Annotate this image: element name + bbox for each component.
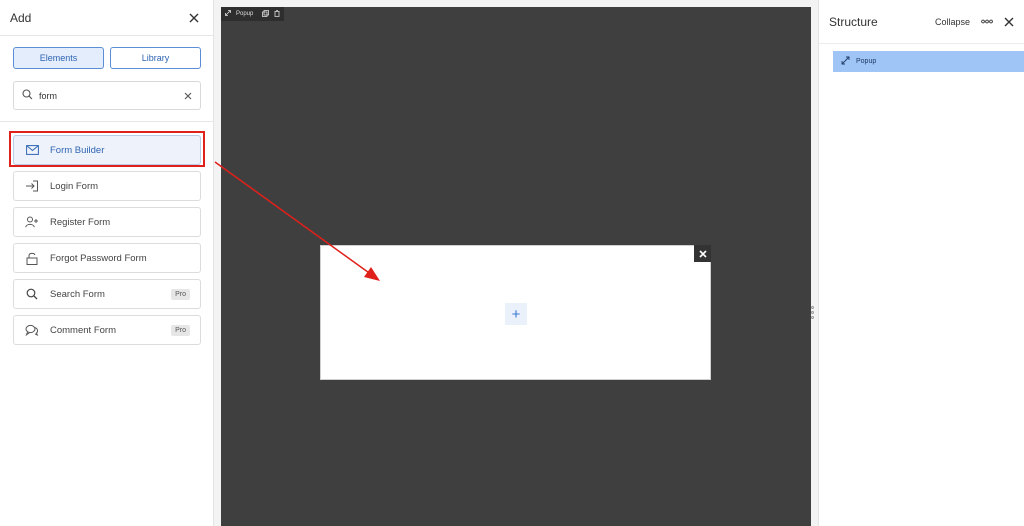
unlock-icon — [24, 251, 40, 265]
element-label: Comment Form — [50, 324, 116, 336]
tab-library[interactable]: Library — [110, 47, 201, 69]
structure-item-label: Popup — [856, 58, 877, 65]
popup-close-button[interactable] — [694, 245, 711, 262]
search-icon — [22, 87, 33, 105]
element-label: Login Form — [50, 180, 99, 192]
element-list: Form Builder Login Form Register Form Fo… — [13, 135, 201, 351]
search-box — [13, 81, 201, 110]
element-login-form[interactable]: Login Form — [13, 171, 201, 201]
pro-badge: Pro — [171, 324, 190, 336]
tab-elements[interactable]: Elements — [13, 47, 104, 69]
envelope-icon — [24, 143, 40, 157]
search-icon — [24, 287, 40, 301]
element-label: Form Builder — [50, 144, 105, 156]
expand-icon — [225, 10, 231, 18]
popup-container[interactable]: + — [320, 245, 711, 380]
popup-tag[interactable]: Popup — [221, 7, 285, 21]
element-register-form[interactable]: Register Form — [13, 207, 201, 237]
canvas-area: Popup + — [214, 0, 818, 526]
add-panel-title: Add — [10, 10, 32, 25]
app-window: Add Elements Library Form Bui — [0, 0, 1024, 526]
structure-title: Structure — [829, 14, 878, 29]
search-input[interactable] — [39, 90, 178, 101]
login-icon — [24, 179, 40, 193]
element-forgot-password-form[interactable]: Forgot Password Form — [13, 243, 201, 273]
close-icon[interactable] — [187, 11, 201, 25]
add-panel: Add Elements Library Form Bui — [0, 0, 214, 526]
trash-icon[interactable] — [274, 9, 280, 19]
divider — [0, 121, 214, 122]
popup-canvas[interactable]: Popup + — [221, 7, 811, 526]
element-search-form[interactable]: Search Form Pro — [13, 279, 201, 309]
resize-handle[interactable] — [810, 305, 815, 319]
comment-icon — [24, 323, 40, 337]
popup-tag-label: Popup — [236, 11, 254, 17]
collapse-button[interactable]: Collapse — [935, 17, 970, 27]
more-options-icon[interactable] — [980, 17, 994, 27]
element-form-builder[interactable]: Form Builder — [13, 135, 201, 165]
element-comment-form[interactable]: Comment Form Pro — [13, 315, 201, 345]
add-element-button[interactable]: + — [505, 303, 527, 325]
panel-tabs: Elements Library — [13, 47, 201, 69]
expand-icon — [841, 56, 850, 67]
element-label: Register Form — [50, 216, 111, 228]
add-panel-header: Add — [0, 0, 213, 36]
user-plus-icon — [24, 215, 40, 229]
close-icon — [698, 245, 707, 263]
element-label: Search Form — [50, 288, 105, 300]
element-label: Forgot Password Form — [50, 252, 147, 264]
clear-search-icon[interactable] — [184, 87, 192, 105]
structure-panel: Structure Collapse Popup — [818, 0, 1024, 526]
pro-badge: Pro — [171, 288, 190, 300]
close-icon[interactable] — [1002, 15, 1016, 29]
structure-item-popup[interactable]: Popup — [833, 51, 1024, 72]
duplicate-icon[interactable] — [262, 9, 270, 19]
structure-header: Structure Collapse — [819, 0, 1024, 44]
